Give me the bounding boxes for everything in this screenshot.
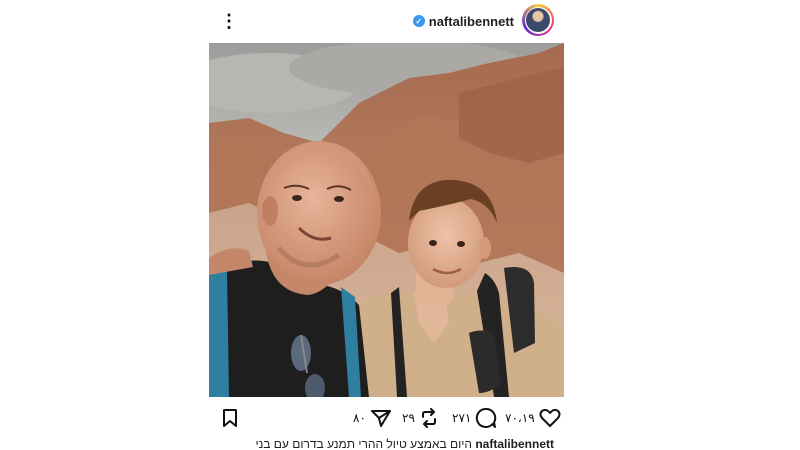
bookmark-button[interactable]	[221, 406, 239, 430]
avatar[interactable]	[522, 4, 554, 36]
share-button[interactable]: ٨٠	[353, 406, 392, 430]
bookmark-icon	[223, 409, 237, 427]
post-photo[interactable]	[209, 43, 564, 397]
verified-icon: ✓	[412, 15, 425, 27]
photo-illustration	[209, 43, 564, 397]
repost-icon	[421, 408, 436, 428]
caption-username[interactable]: naftalibennett	[475, 437, 554, 450]
instagram-post: ⋮ ✓ naftalibennett ٨٠ ٢٩ ٢٧١ ٧٠،١٩ nafta…	[209, 0, 564, 450]
caption-text: היום באמצע טיול ההרי תמנע בדרום עם בני	[255, 437, 472, 450]
like-button[interactable]: ٧٠،١٩	[505, 406, 561, 430]
avatar-frame	[524, 6, 552, 34]
post-header: ⋮ ✓ naftalibennett	[209, 0, 564, 42]
comment-count: ٢٧١	[452, 411, 472, 425]
repost-count: ٢٩	[402, 411, 415, 425]
comment-button[interactable]: ٢٧١	[452, 406, 497, 430]
like-count: ٧٠،١٩	[505, 411, 535, 425]
share-icon	[370, 410, 391, 427]
comment-icon	[476, 407, 497, 428]
username[interactable]: naftalibennett	[429, 14, 514, 29]
post-author[interactable]: ✓ naftalibennett	[412, 11, 514, 31]
share-count: ٨٠	[353, 411, 366, 425]
post-caption: naftalibennett היום באמצע טיול ההרי תמנע…	[209, 437, 564, 450]
repost-button[interactable]: ٢٩	[402, 406, 439, 430]
post-actions-bar: ٨٠ ٢٩ ٢٧١ ٧٠،١٩	[209, 400, 564, 436]
avatar-image	[526, 8, 550, 32]
more-options-icon[interactable]: ⋮	[220, 10, 238, 32]
heart-icon	[539, 408, 561, 427]
